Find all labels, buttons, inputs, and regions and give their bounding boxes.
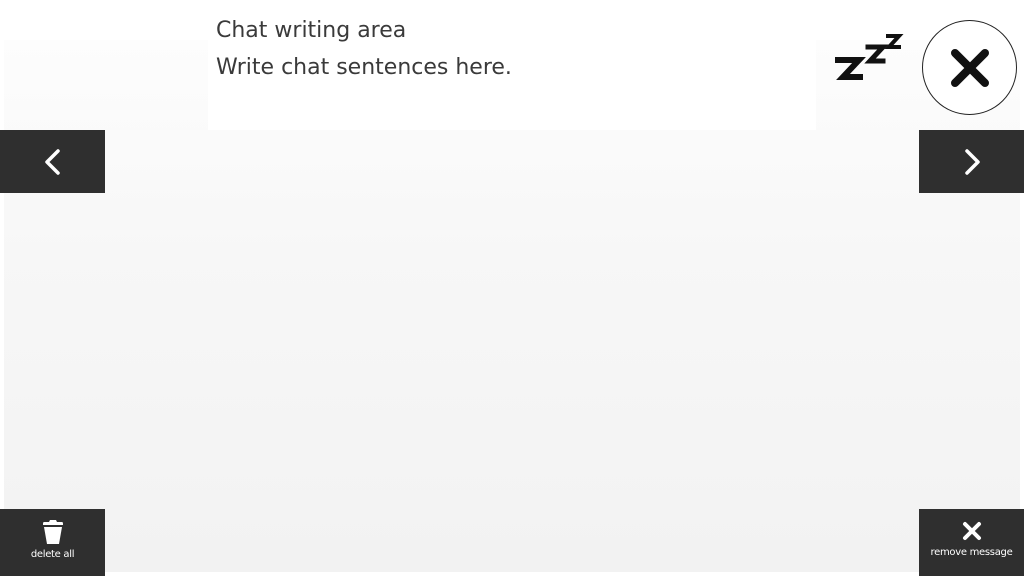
remove-message-label: remove message <box>930 547 1013 558</box>
delete-all-button[interactable]: delete all <box>0 509 105 576</box>
remove-message-button[interactable]: remove message <box>919 509 1024 576</box>
chevron-right-icon <box>964 148 980 175</box>
previous-button[interactable] <box>0 130 105 193</box>
next-button[interactable] <box>919 130 1024 193</box>
zzz-icon[interactable] <box>832 30 904 88</box>
chevron-left-icon <box>44 148 60 175</box>
writing-area-placeholder[interactable]: Write chat sentences here. <box>216 49 808 86</box>
writing-area-title: Chat writing area <box>216 18 407 43</box>
trash-icon <box>42 520 63 544</box>
delete-all-label: delete all <box>30 549 75 560</box>
close-button[interactable] <box>922 20 1017 115</box>
x-icon <box>962 522 981 540</box>
close-icon <box>950 48 989 87</box>
chat-writing-area[interactable]: Chat writing area Write chat sentences h… <box>208 0 816 130</box>
